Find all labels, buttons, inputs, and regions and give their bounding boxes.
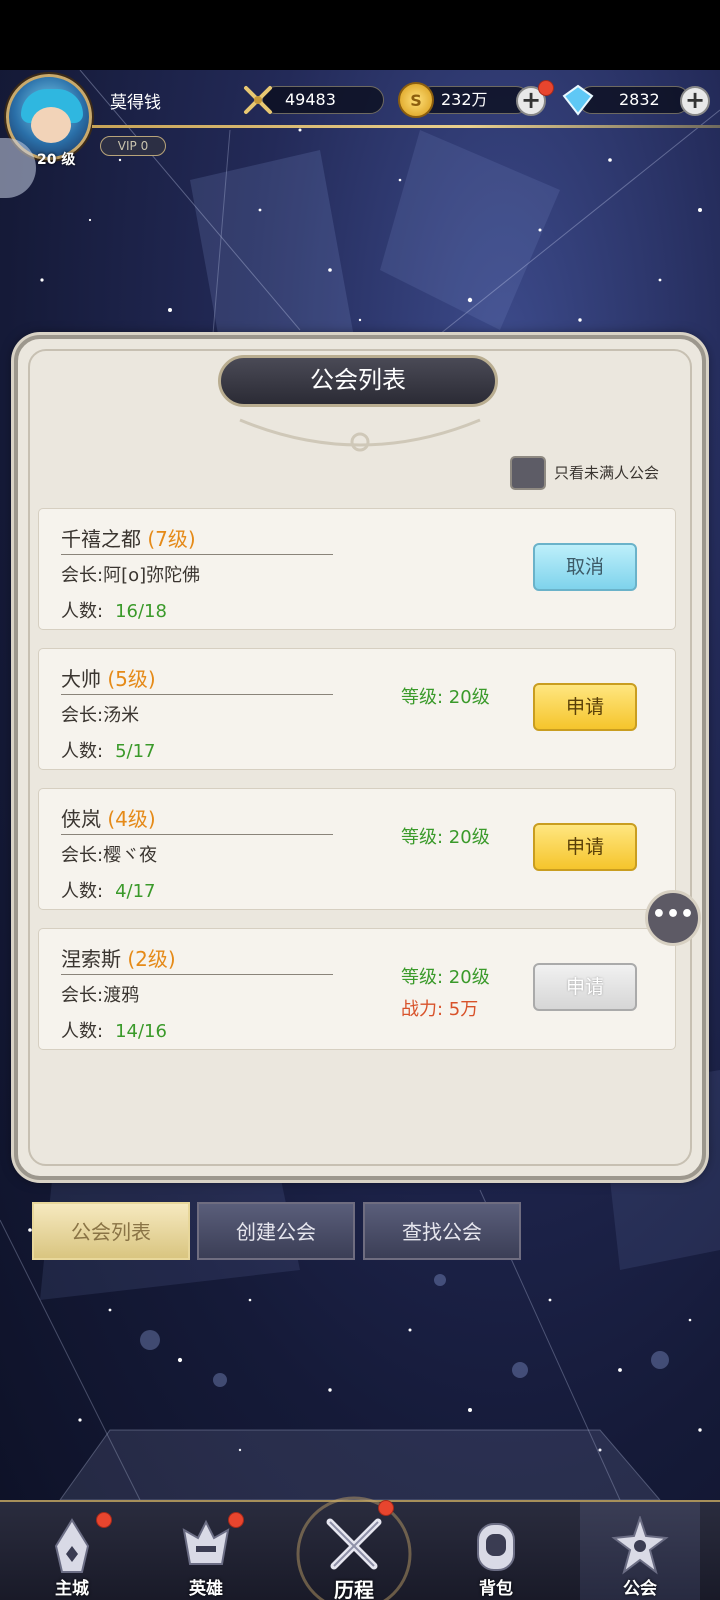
guild-divider [61,974,333,975]
nav-notification-dot [228,1512,244,1528]
player-level: 20 级 [37,152,76,168]
title-ornament [239,418,481,452]
nav-guild[interactable]: 公会 [580,1502,700,1600]
header-divider [92,125,720,128]
nav-notification-dot [96,1512,112,1528]
gold-coin-icon: S [398,82,434,118]
guild-name-row: 侠岚 (4级) [61,803,156,832]
tab-search-guild[interactable]: 查找公会 [363,1202,521,1260]
power-value: 49483 [285,90,336,109]
nav-label: 背包 [479,1579,513,1599]
guild-members-row: 人数: 4/17 [61,877,156,903]
guild-members-row: 人数: 5/17 [61,737,156,763]
guild-name: 大帅 [61,667,101,691]
guild-level: (7级) [147,527,196,551]
guild-members-row: 人数: 16/18 [61,597,167,623]
guild-leader: 樱ヾ夜 [103,845,158,866]
guild-name-row: 大帅 (5级) [61,663,156,692]
members-label: 人数: [61,881,104,902]
guild-leader: 汤米 [103,705,140,726]
guild-level: (5级) [107,667,156,691]
gold-display: 232万 [418,86,530,114]
guild-name-row: 涅索斯 (2级) [61,943,176,972]
chat-icon: ••• [651,902,695,927]
guild-leader-row: 会长:汤米 [61,701,139,727]
guild-name: 千禧之都 [61,527,141,551]
guild-card: 涅索斯 (2级) 会长:渡鸦 人数: 14/16 等级: 20级 战力: 5万 申… [38,928,676,1050]
guild-members: 14/16 [115,1021,167,1042]
members-label: 人数: [61,1021,104,1042]
bottom-nav: 主城 英雄 历程 背包 公会 [0,1496,720,1600]
guild-members-row: 人数: 14/16 [61,1017,167,1043]
crossed-swords-icon [326,1518,382,1570]
guild-level: (2级) [127,947,176,971]
guild-name-row: 千禧之都 (7级) [61,523,196,552]
power-display: 49483 [262,86,384,114]
nav-notification-dot [378,1500,394,1516]
backpack-icon [477,1523,515,1571]
hero-helmet-icon [182,1519,230,1565]
power-requirement: 战力: 5万 [401,999,479,1020]
diamond-icon [560,82,596,118]
nav-journey[interactable]: 历程 [294,1496,414,1600]
panel-title: 公会列表 [218,355,498,407]
crossed-swords-icon [240,82,276,118]
leader-label: 会长: [61,565,104,586]
not-full-filter-label: 只看未满人公会 [554,464,660,482]
guild-name: 涅索斯 [61,947,121,971]
guild-leader: 阿[o]弥陀佛 [103,565,201,586]
status-bar [0,0,720,70]
nav-backpack[interactable]: 背包 [436,1502,556,1600]
castle-icon [54,1518,90,1573]
not-full-filter-checkbox[interactable] [510,456,546,490]
player-name: 莫得钱 [110,93,161,113]
tab-guild-list[interactable]: 公会列表 [32,1202,190,1260]
guild-divider [61,694,333,695]
nav-label: 历程 [334,1578,374,1600]
tab-create-guild[interactable]: 创建公会 [197,1202,355,1260]
nav-label: 公会 [623,1579,657,1599]
gold-value: 232万 [441,90,488,109]
add-gems-button[interactable]: + [680,86,710,116]
level-requirement: 等级: 20级 [401,967,490,988]
guild-members: 4/17 [115,881,156,902]
apply-button[interactable]: 申请 [533,683,637,731]
guild-name: 侠岚 [61,807,101,831]
guild-divider [61,554,333,555]
leader-label: 会长: [61,845,104,866]
guild-members: 16/18 [115,601,167,622]
guild-leader-row: 会长:阿[o]弥陀佛 [61,561,200,587]
gold-notification-dot [538,80,554,96]
guild-card: 侠岚 (4级) 会长:樱ヾ夜 人数: 4/17 等级: 20级 申请 [38,788,676,910]
level-requirement: 等级: 20级 [401,687,490,708]
guild-card: 千禧之都 (7级) 会长:阿[o]弥陀佛 人数: 16/18 取消 [38,508,676,630]
guild-members: 5/17 [115,741,156,762]
nav-label: 英雄 [189,1579,223,1599]
apply-button-disabled[interactable]: 申请 [533,963,637,1011]
guild-card: 大帅 (5级) 会长:汤米 人数: 5/17 等级: 20级 申请 [38,648,676,770]
guild-leader: 渡鸦 [103,985,140,1006]
vip-badge[interactable]: VIP 0 [100,136,166,156]
nav-label: 主城 [55,1579,89,1599]
leader-label: 会长: [61,985,104,1006]
chat-bubble-button[interactable]: ••• [645,890,701,946]
members-label: 人数: [61,601,104,622]
nav-heroes[interactable]: 英雄 [146,1502,266,1600]
cancel-application-button[interactable]: 取消 [533,543,637,591]
guild-level: (4级) [107,807,156,831]
guild-divider [61,834,333,835]
gems-value: 2832 [619,90,660,109]
members-label: 人数: [61,741,104,762]
nav-main-city[interactable]: 主城 [12,1502,132,1600]
leader-label: 会长: [61,705,104,726]
level-requirement: 等级: 20级 [401,827,490,848]
guild-crest-icon [611,1516,669,1575]
guild-leader-row: 会长:渡鸦 [61,981,139,1007]
avatar-face [31,107,71,143]
guild-leader-row: 会长:樱ヾ夜 [61,841,157,867]
apply-button[interactable]: 申请 [533,823,637,871]
